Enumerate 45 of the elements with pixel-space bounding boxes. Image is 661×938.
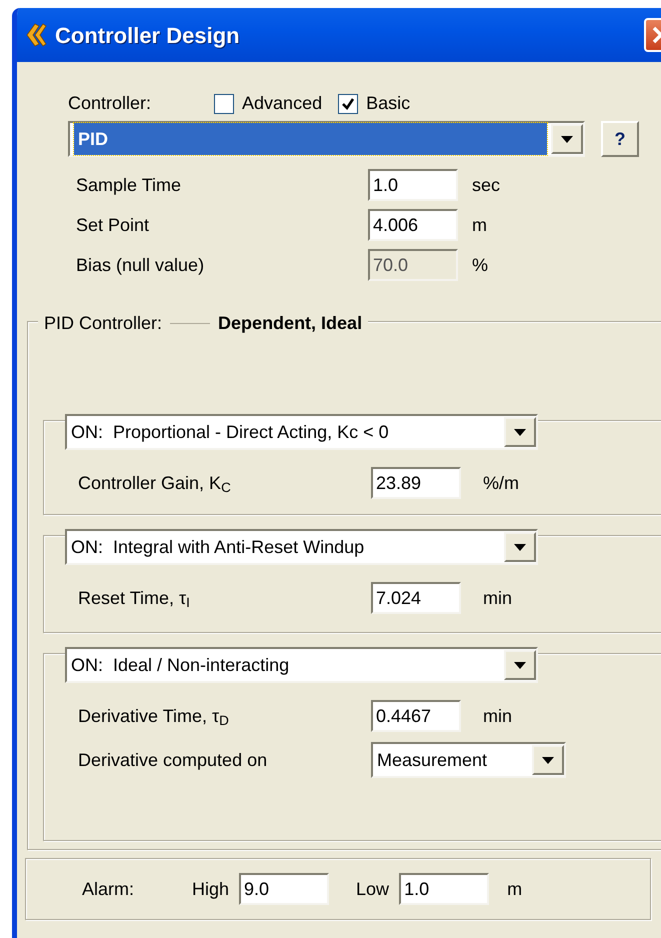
input-field[interactable]: 9.0 bbox=[239, 873, 330, 905]
unit-label: m bbox=[472, 214, 487, 236]
dropdown[interactable]: ON: Ideal / Non-interacting bbox=[65, 647, 538, 683]
dropdown[interactable]: PID bbox=[68, 121, 585, 157]
unit-label: min bbox=[483, 704, 512, 728]
caret-icon bbox=[561, 136, 573, 142]
input-field[interactable]: 1.0 bbox=[368, 169, 458, 201]
unit-label: m bbox=[507, 878, 522, 900]
dropdown[interactable]: ON: Proportional - Direct Acting, Kc < 0 bbox=[65, 414, 538, 450]
checkbox-label: Advanced bbox=[242, 92, 322, 115]
dropdown[interactable]: Measurement bbox=[371, 742, 566, 778]
caret-icon bbox=[514, 662, 526, 668]
field-label: Reset Time, τ$_{I}$ bbox=[78, 586, 191, 612]
checkbox[interactable] bbox=[214, 94, 234, 114]
input-field[interactable]: 4.006 bbox=[368, 209, 458, 241]
unit-label: %/m bbox=[483, 472, 519, 494]
checkbox[interactable] bbox=[338, 94, 358, 114]
caret-icon bbox=[514, 428, 526, 436]
help-button[interactable]: ? bbox=[601, 121, 639, 157]
field-label: Sample Time bbox=[76, 174, 182, 197]
caret-icon bbox=[542, 756, 554, 764]
input-field[interactable]: 7.024 bbox=[371, 582, 461, 614]
field-label: Derivative Time, τ$_{D}$ bbox=[78, 704, 230, 730]
unit-label: min bbox=[483, 586, 512, 610]
input-field[interactable]: 1.0 bbox=[399, 873, 490, 905]
input-field[interactable]: 23.89 bbox=[371, 467, 461, 499]
group-label: PID Controller: bbox=[44, 312, 162, 335]
window-title: Controller Design bbox=[55, 22, 240, 50]
field-label: Set Point bbox=[76, 214, 150, 236]
caret-icon bbox=[514, 544, 526, 550]
field-label: Low bbox=[356, 878, 390, 900]
dropdown[interactable]: ON: Integral with Anti-Reset Windup bbox=[65, 529, 538, 565]
field-label: Derivative computed on bbox=[78, 748, 268, 772]
field-label: Controller: bbox=[68, 92, 152, 115]
field-label: Controller Gain, K$_{C}$ bbox=[78, 472, 232, 496]
field-label: High bbox=[192, 878, 230, 901]
unit-label: sec bbox=[472, 174, 500, 196]
field-label: Bias (null value) bbox=[76, 254, 206, 277]
check-icon bbox=[341, 96, 356, 110]
mode-label: Dependent, Ideal bbox=[218, 312, 362, 335]
unit-label: % bbox=[472, 254, 488, 276]
input-field[interactable]: 0.4467 bbox=[371, 700, 461, 732]
alarm-label: Alarm: bbox=[82, 878, 136, 900]
checkbox-label: Basic bbox=[366, 92, 410, 115]
double-chevron-icon bbox=[25, 23, 47, 47]
